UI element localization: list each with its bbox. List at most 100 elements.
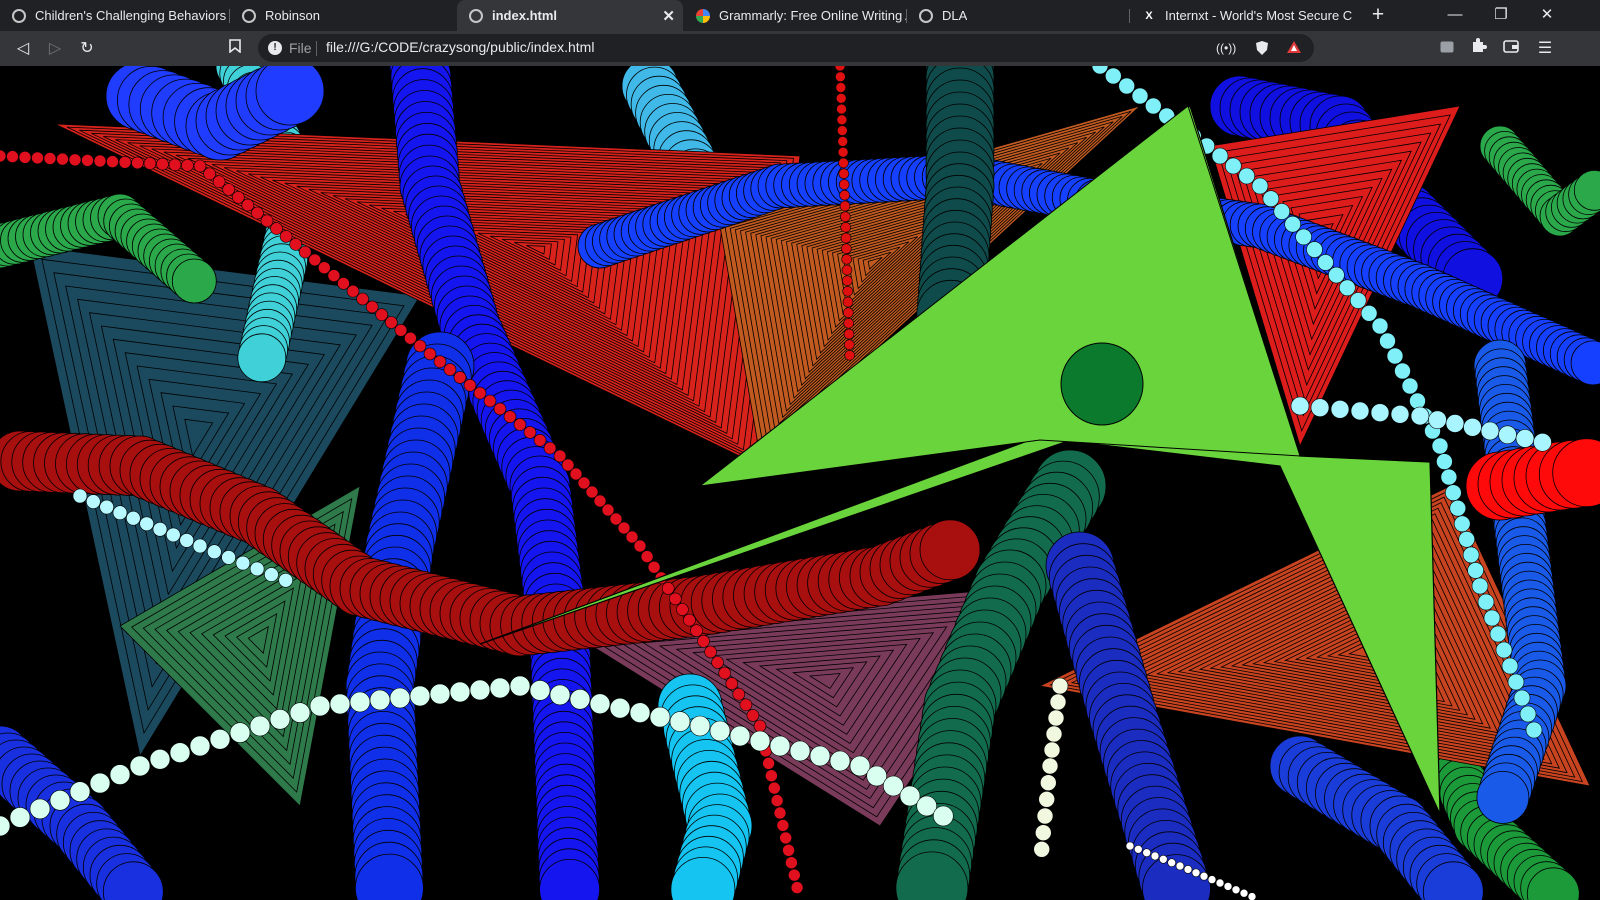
pale-bead-chain bbox=[769, 735, 791, 757]
tab-internxt[interactable]: X Internxt - World's Most Secure Cloud bbox=[1130, 0, 1352, 31]
white-bead-chain bbox=[1167, 858, 1176, 868]
cyan-bead-chain bbox=[1350, 401, 1370, 421]
bookmark-icon[interactable] bbox=[226, 36, 244, 62]
red-bead-chain bbox=[463, 378, 477, 392]
red-bead-chain bbox=[633, 539, 647, 553]
pale-bead-chain bbox=[589, 693, 611, 715]
red-bead-chain bbox=[843, 328, 855, 340]
cyan-bead-chain bbox=[1310, 398, 1330, 418]
cyan-bead-chain bbox=[1284, 215, 1301, 233]
red-bead-chain bbox=[787, 868, 801, 882]
red-bead-chain bbox=[260, 214, 274, 228]
pale-bead-chain bbox=[349, 691, 371, 713]
info-icon[interactable]: ! bbox=[268, 41, 282, 55]
cyan-bead-chain bbox=[126, 510, 141, 526]
close-window-button[interactable]: ✕ bbox=[1524, 0, 1570, 31]
minimize-button[interactable]: — bbox=[1432, 0, 1478, 31]
cyan-bead-chain bbox=[1495, 641, 1513, 659]
pale-bead-chain bbox=[109, 764, 131, 785]
red-bead-chain bbox=[413, 339, 427, 353]
brave-shield-icon[interactable] bbox=[1254, 40, 1270, 56]
cyan-bead-chain bbox=[1458, 530, 1475, 548]
red-bead-chain bbox=[168, 158, 182, 172]
address-bar[interactable]: ! File file:///G:/CODE/crazysong/public/… bbox=[258, 34, 1314, 62]
pale-bead-chain bbox=[229, 722, 251, 744]
red-bead-chain bbox=[690, 624, 703, 638]
red-bead-chain bbox=[533, 433, 547, 447]
cyan-bead-chain bbox=[152, 521, 168, 537]
tab-grammarly[interactable]: Grammarly: Free Online Writing Assi bbox=[684, 0, 906, 31]
red-bead-chain bbox=[841, 254, 853, 265]
red-bead-chain bbox=[356, 292, 369, 306]
red-bead-chain bbox=[839, 200, 851, 212]
tab-robinson[interactable]: Robinson bbox=[230, 0, 456, 31]
red-bead-chain bbox=[844, 349, 856, 361]
red-bead-chain bbox=[732, 687, 746, 701]
red-bead-chain bbox=[131, 156, 144, 170]
close-tab-icon[interactable]: ✕ bbox=[662, 7, 675, 25]
url-text[interactable]: file:///G:/CODE/crazysong/public/index.h… bbox=[326, 39, 594, 55]
pale-bead-chain bbox=[1043, 741, 1061, 759]
extensions-icon[interactable] bbox=[1466, 36, 1492, 62]
red-bead-chain bbox=[443, 363, 457, 376]
pale-bead-chain bbox=[809, 745, 831, 767]
red-bead-chain bbox=[346, 284, 360, 298]
cyan-bead-chain bbox=[72, 488, 88, 504]
red-bead-chain bbox=[640, 550, 654, 563]
red-bead-chain bbox=[56, 152, 69, 166]
green-circle bbox=[1060, 342, 1144, 426]
new-tab-button[interactable]: + bbox=[1366, 3, 1390, 27]
tab-dla[interactable]: DLA bbox=[907, 0, 1129, 31]
cyan-bead-chain bbox=[1440, 468, 1458, 486]
red-bead-chain bbox=[668, 592, 682, 606]
broadcast-icon[interactable]: ((•)) bbox=[1216, 40, 1236, 56]
red-bead-chain bbox=[365, 300, 379, 314]
tab-index-html[interactable]: index.html ✕ bbox=[457, 0, 683, 31]
menu-icon[interactable]: ☰ bbox=[1532, 36, 1558, 62]
cyan-bead-chain bbox=[86, 494, 101, 509]
red-bead-chain bbox=[837, 136, 849, 147]
cyan-bead-chain bbox=[278, 572, 294, 588]
red-bead-chain bbox=[212, 175, 226, 188]
red-bead-chain bbox=[842, 307, 854, 318]
cyan-bead-chain bbox=[1238, 167, 1255, 185]
red-bead-chain bbox=[835, 92, 847, 104]
pale-bead-chain bbox=[169, 742, 191, 764]
sidebar-icon[interactable] bbox=[1434, 36, 1460, 62]
pale-bead-chain bbox=[489, 677, 511, 699]
cyan-bead-chain bbox=[1262, 190, 1280, 207]
red-bead-chain bbox=[776, 819, 790, 832]
red-bead-chain bbox=[838, 179, 850, 190]
forward-button[interactable]: ▷ bbox=[42, 36, 68, 62]
tab-strip: Children's Challenging Behaviors Robinso… bbox=[0, 0, 1600, 31]
brave-rewards-icon[interactable] bbox=[1286, 40, 1302, 56]
red-bead-chain bbox=[836, 103, 847, 115]
cyan-bead-chain bbox=[1225, 157, 1242, 175]
red-bead-chain bbox=[308, 253, 322, 267]
red-bead-chain bbox=[837, 146, 849, 158]
red-bead-chain bbox=[384, 316, 398, 329]
cyan-bead-chain bbox=[1328, 266, 1345, 284]
pale-bead-chain bbox=[89, 772, 111, 794]
cyan-bead-chain bbox=[1273, 203, 1291, 220]
cyan-bead-chain bbox=[1471, 577, 1489, 595]
white-bead-chain bbox=[1199, 871, 1209, 881]
cyan-bead-chain bbox=[139, 516, 154, 532]
tab-childrens-behaviors[interactable]: Children's Challenging Behaviors bbox=[0, 0, 228, 31]
green-worm bbox=[171, 258, 217, 304]
red-bead-chain bbox=[270, 222, 283, 235]
red-bead-chain bbox=[6, 150, 19, 163]
red-bead-chain bbox=[279, 230, 293, 243]
restore-button[interactable]: ❐ bbox=[1478, 0, 1524, 31]
red-bead-chain bbox=[676, 603, 689, 616]
red-bead-chain bbox=[836, 114, 848, 126]
red-bead-chain bbox=[181, 159, 194, 172]
tab-title: DLA bbox=[942, 8, 968, 23]
back-button[interactable]: ◁ bbox=[10, 36, 36, 62]
red-bead-chain bbox=[834, 66, 846, 72]
white-bead-chain bbox=[1125, 841, 1135, 851]
reload-button[interactable]: ↻ bbox=[74, 36, 100, 62]
wallet-icon[interactable] bbox=[1498, 36, 1524, 62]
cyan-bead-chain bbox=[1515, 429, 1535, 448]
red-bead-chain bbox=[203, 167, 216, 181]
